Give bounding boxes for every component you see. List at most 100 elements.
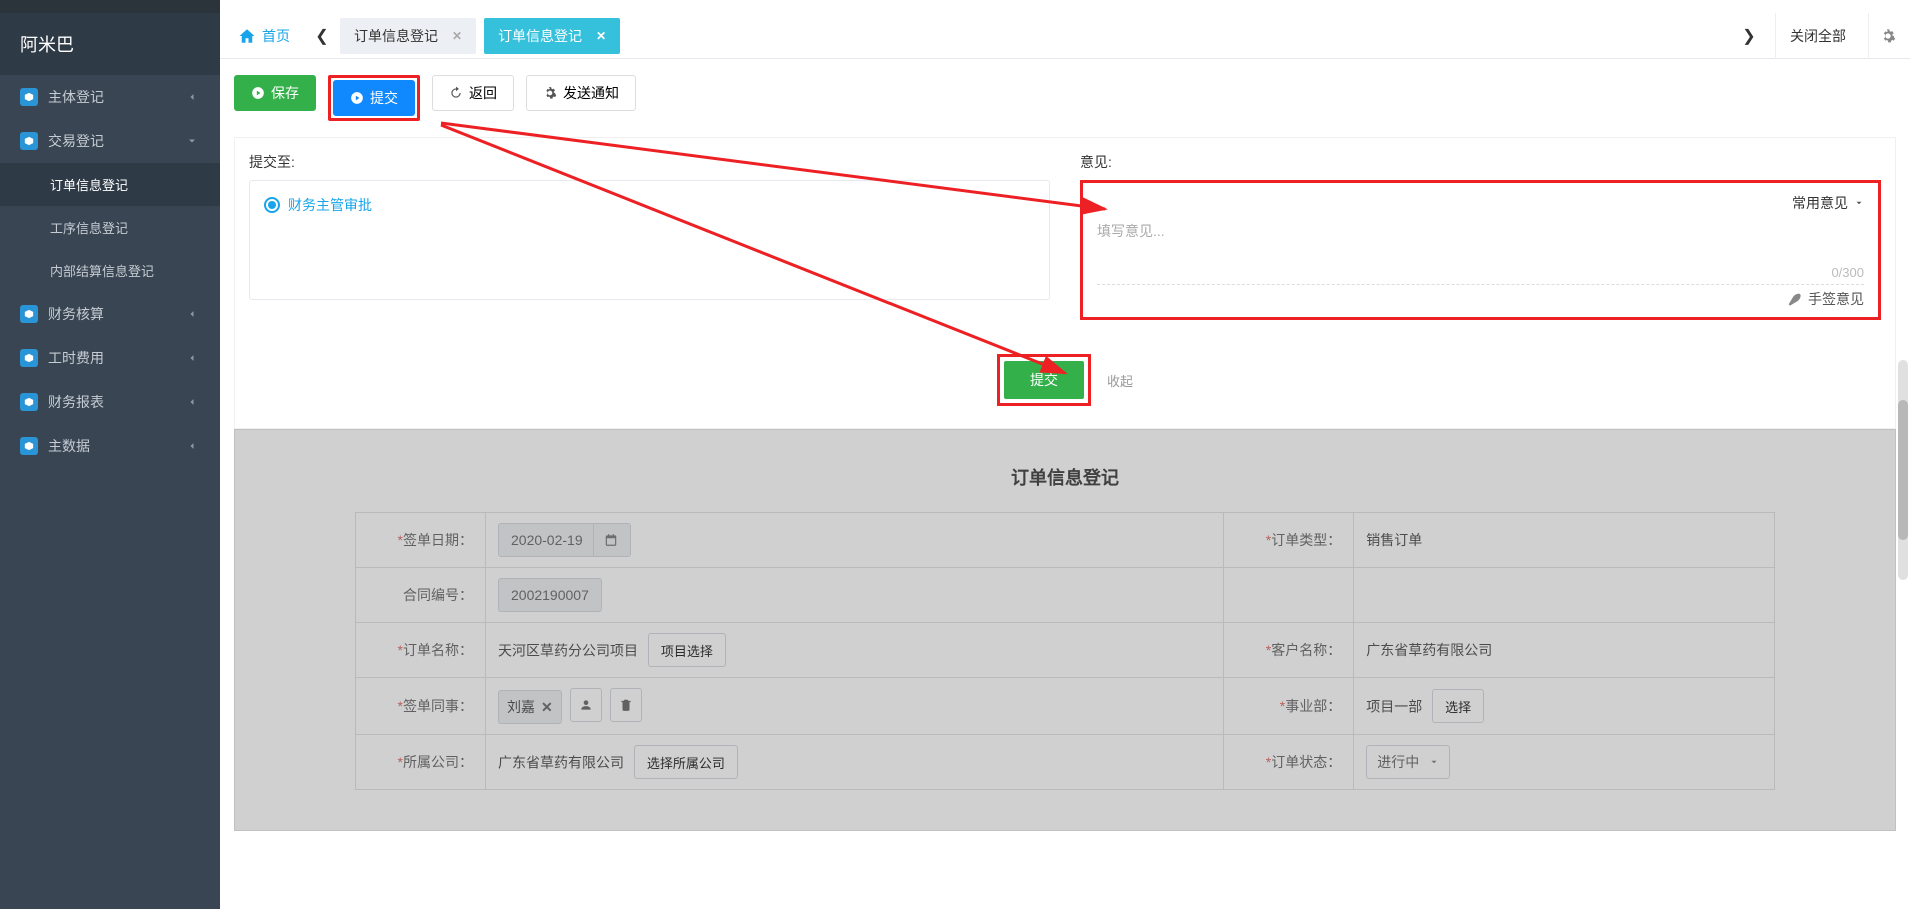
- cube-icon: [20, 393, 38, 411]
- settings-button[interactable]: [1868, 13, 1906, 59]
- sidebar-item-finance-report[interactable]: 财务报表: [0, 380, 220, 424]
- save-button[interactable]: 保存: [234, 75, 316, 111]
- save-label: 保存: [271, 83, 299, 103]
- sidebar-sub-internal-settlement[interactable]: 内部结算信息登记: [0, 249, 220, 292]
- handwrite-sign-link[interactable]: 手签意见: [1786, 289, 1864, 309]
- contract-no-value: 2002190007: [511, 587, 589, 603]
- opinion-box: 常用意见 0/300 手签意见: [1080, 180, 1881, 320]
- sidebar-item-work-hours[interactable]: 工时费用: [0, 336, 220, 380]
- home-tab[interactable]: 首页: [224, 26, 304, 46]
- sidebar-item-master-data[interactable]: 主数据: [0, 424, 220, 468]
- chevron-left-icon: [186, 439, 200, 453]
- dept-select-button[interactable]: 选择: [1432, 689, 1484, 723]
- sidebar-label: 主数据: [48, 436, 90, 456]
- highlight-annotation: 提交: [997, 354, 1091, 406]
- send-notice-label: 发送通知: [563, 83, 619, 103]
- tab-order-register-2[interactable]: 订单信息登记 ✕: [484, 18, 620, 54]
- play-icon: [350, 91, 364, 105]
- gear-icon: [543, 86, 557, 100]
- submit-to-label: 提交至:: [249, 152, 1050, 172]
- tab-label: 订单信息登记: [354, 26, 438, 46]
- caret-down-icon: [1429, 757, 1439, 767]
- scrollbar-thumb[interactable]: [1898, 400, 1908, 540]
- feather-icon: [1786, 291, 1802, 307]
- cube-icon: [20, 349, 38, 367]
- sidebar-sub-order-register[interactable]: 订单信息登记: [0, 163, 220, 206]
- sidebar-label: 财务核算: [48, 304, 104, 324]
- collapse-link[interactable]: 收起: [1107, 371, 1133, 390]
- submit-to-box: 财务主管审批: [249, 180, 1050, 300]
- remove-icon[interactable]: ✕: [541, 699, 553, 716]
- app-title: 阿米巴: [0, 13, 220, 75]
- back-icon: [449, 86, 463, 100]
- field-label: 客户名称：: [1271, 642, 1341, 658]
- submit-label: 提交: [370, 88, 398, 108]
- cube-icon: [20, 437, 38, 455]
- tab-nav-prev[interactable]: ❮: [304, 26, 340, 46]
- user-icon: [579, 698, 593, 712]
- scrollbar[interactable]: [1898, 360, 1908, 580]
- customer-value: 广东省草药有限公司: [1366, 642, 1492, 658]
- user-picker-button[interactable]: [570, 688, 602, 722]
- colleague-value: 刘嘉: [507, 697, 535, 717]
- home-icon: [238, 27, 256, 45]
- radio-label: 财务主管审批: [288, 195, 372, 215]
- chevron-left-icon: [186, 351, 200, 365]
- sidebar-item-subject[interactable]: 主体登记: [0, 75, 220, 119]
- home-label: 首页: [262, 26, 290, 46]
- submit-panel: 提交至: 财务主管审批 意见: 常用意见: [234, 137, 1896, 429]
- status-value: 进行中: [1377, 752, 1419, 772]
- main-content: 首页 ❮ 订单信息登记 ✕ 订单信息登记 ✕ ❯ 关闭全部 保存: [220, 0, 1910, 909]
- dept-value: 项目一部: [1366, 699, 1422, 715]
- order-name-value: 天河区草药分公司项目: [498, 643, 638, 659]
- tab-nav-next[interactable]: ❯: [1731, 26, 1767, 46]
- field-label: 订单名称：: [403, 642, 473, 658]
- date-value: 2020-02-19: [511, 532, 583, 548]
- sidebar: 阿米巴 主体登记 交易登记 订单信息登记 工序信息登记 内部结算信息登记 财务核…: [0, 0, 220, 909]
- colleague-chip[interactable]: 刘嘉 ✕: [498, 690, 562, 724]
- close-icon[interactable]: ✕: [452, 29, 462, 43]
- tab-label: 订单信息登记: [498, 26, 582, 46]
- field-label: 签单同事：: [403, 698, 473, 714]
- sidebar-label: 财务报表: [48, 392, 104, 412]
- back-label: 返回: [469, 83, 497, 103]
- highlight-annotation: 提交: [328, 75, 420, 121]
- sidebar-item-finance-calc[interactable]: 财务核算: [0, 292, 220, 336]
- close-all-tabs[interactable]: 关闭全部: [1775, 13, 1860, 59]
- send-notice-button[interactable]: 发送通知: [526, 75, 636, 111]
- field-label: 合同编号：: [403, 587, 473, 603]
- sidebar-label: 工时费用: [48, 348, 104, 368]
- tab-order-register-1[interactable]: 订单信息登记 ✕: [340, 18, 476, 54]
- order-form: 订单信息登记 *签单日期： 2020-02-19 *订单类型： 销售订单: [234, 429, 1896, 831]
- field-label: 签单日期：: [403, 532, 473, 548]
- cube-icon: [20, 88, 38, 106]
- sign-label: 手签意见: [1808, 289, 1864, 309]
- sidebar-sub-process-register[interactable]: 工序信息登记: [0, 206, 220, 249]
- submit-button[interactable]: 提交: [333, 80, 415, 116]
- project-select-button[interactable]: 项目选择: [648, 633, 726, 667]
- clear-button[interactable]: [610, 688, 642, 722]
- field-label: 订单状态：: [1271, 754, 1341, 770]
- confirm-submit-button[interactable]: 提交: [1004, 361, 1084, 399]
- sign-date-field[interactable]: 2020-02-19: [498, 523, 631, 557]
- company-value: 广东省草药有限公司: [498, 755, 624, 771]
- company-select-button[interactable]: 选择所属公司: [634, 745, 738, 779]
- form-overlay-container: 订单信息登记 *签单日期： 2020-02-19 *订单类型： 销售订单: [234, 429, 1896, 831]
- action-toolbar: 保存 提交 返回 发送通知: [234, 75, 1896, 121]
- chevron-down-icon: [186, 134, 200, 148]
- calendar-icon: [593, 524, 618, 556]
- order-status-select[interactable]: 进行中: [1366, 745, 1450, 779]
- field-label: 事业部：: [1285, 698, 1341, 714]
- sidebar-label: 交易登记: [48, 131, 104, 151]
- opinion-input[interactable]: [1097, 221, 1864, 261]
- contract-no-field[interactable]: 2002190007: [498, 578, 602, 612]
- play-icon: [251, 86, 265, 100]
- sidebar-item-transaction[interactable]: 交易登记: [0, 119, 220, 163]
- radio-finance-approval[interactable]: 财务主管审批: [264, 195, 1035, 215]
- close-icon[interactable]: ✕: [596, 29, 606, 43]
- back-button[interactable]: 返回: [432, 75, 514, 111]
- radio-checked-icon: [264, 197, 280, 213]
- char-count: 0/300: [1831, 265, 1864, 280]
- field-label: 所属公司：: [403, 754, 473, 770]
- common-opinion-dropdown[interactable]: 常用意见: [1097, 193, 1864, 213]
